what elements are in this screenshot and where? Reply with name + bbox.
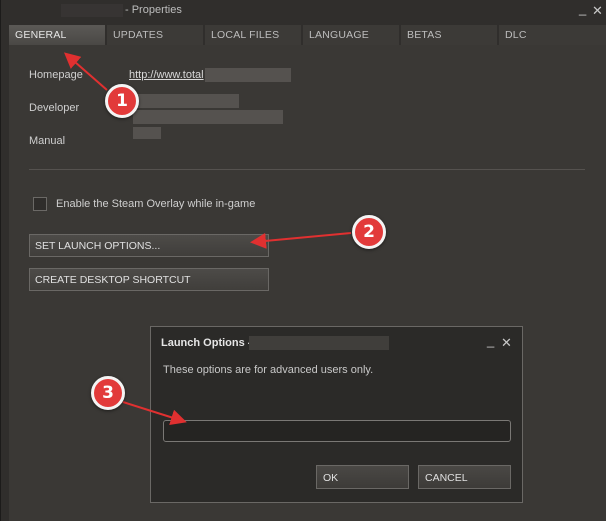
- arrow-2: [250, 232, 352, 249]
- properties-window: - Properties _ ✕ GENERAL UPDATES LOCAL F…: [0, 0, 606, 521]
- callout-1: 1: [105, 84, 139, 118]
- arrow-3: [122, 401, 187, 426]
- annotation-arrows: [63, 52, 352, 426]
- callout-3: 3: [91, 376, 125, 410]
- callout-2: 2: [352, 215, 386, 249]
- arrow-1: [63, 52, 108, 91]
